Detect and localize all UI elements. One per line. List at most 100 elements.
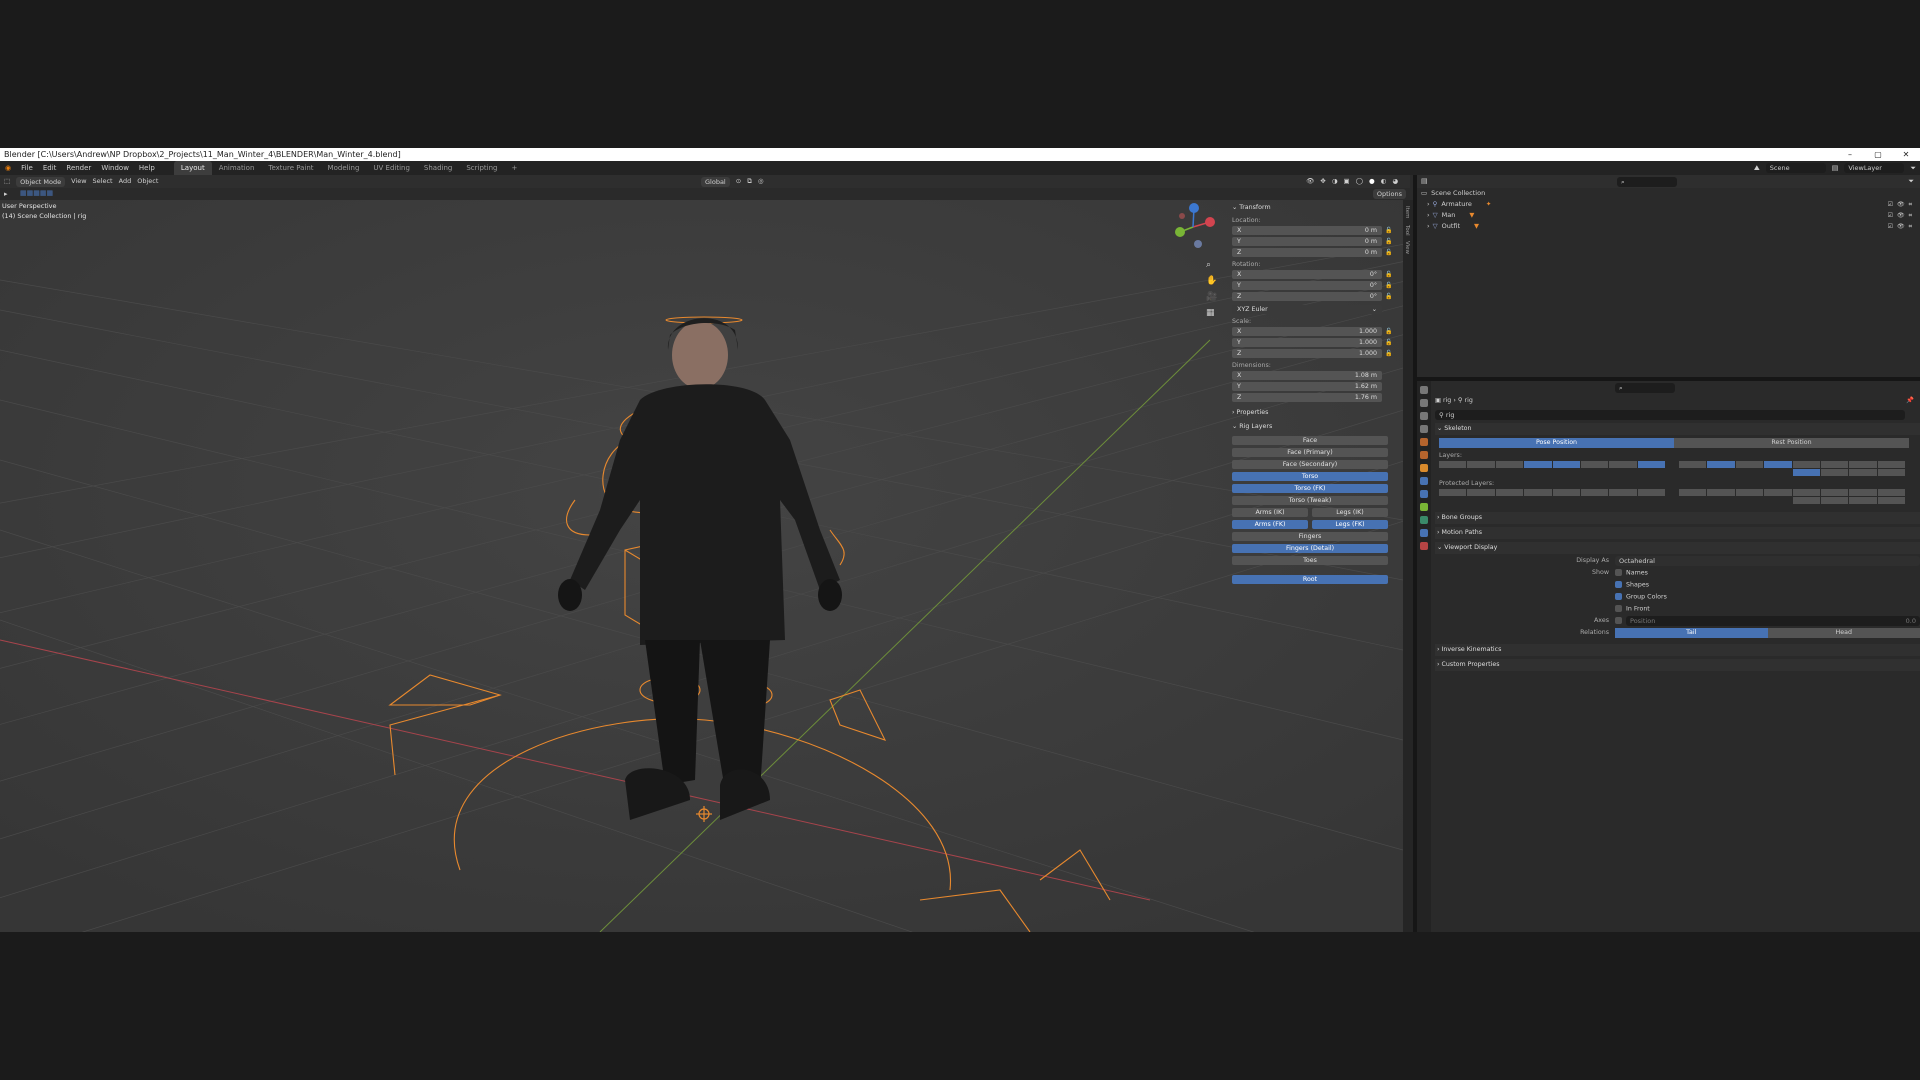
zoom-icon[interactable]: ⌕ (1206, 260, 1217, 270)
physics-tab-icon[interactable] (1420, 490, 1428, 498)
names-checkbox[interactable] (1615, 568, 1622, 576)
bone-tab-icon[interactable] (1420, 529, 1428, 537)
custom-properties-header[interactable]: › Custom Properties (1435, 659, 1920, 671)
rest-position-button[interactable]: Rest Position (1674, 438, 1909, 448)
shading-wireframe-icon[interactable]: ◯ (1356, 175, 1363, 188)
camera-icon[interactable]: ⌗ (1909, 199, 1912, 210)
pin-icon[interactable]: 📌 (1906, 394, 1914, 408)
outliner-search-input[interactable]: ⌕ (1617, 177, 1677, 187)
expand-icon[interactable]: › (1427, 210, 1430, 221)
snap-icon[interactable]: ⧉ (747, 175, 752, 188)
relations-tail-button[interactable]: Tail (1615, 627, 1768, 638)
rig-layer-arms-fk[interactable]: Arms (FK) (1232, 520, 1308, 529)
blender-logo-icon[interactable]: ◉ (0, 161, 16, 175)
rig-layers-header[interactable]: ⌄ Rig Layers (1232, 422, 1396, 432)
rig-layer-torso-tweak[interactable]: Torso (Tweak) (1232, 496, 1388, 505)
menu-window[interactable]: Window (96, 161, 134, 175)
location-x-row[interactable]: X0 m 🔓 (1232, 225, 1396, 235)
checkbox-icon[interactable]: ☑ (1888, 221, 1893, 232)
menu-view[interactable]: View (71, 175, 86, 188)
location-y-row[interactable]: Y0 m 🔓 (1232, 236, 1396, 246)
rig-layer-face-primary[interactable]: Face (Primary) (1232, 448, 1388, 457)
expand-icon[interactable]: › (1427, 199, 1430, 210)
tool-tab-icon[interactable] (1420, 386, 1428, 394)
rig-layer-legs-ik[interactable]: Legs (IK) (1312, 508, 1388, 517)
group-colors-checkbox[interactable] (1615, 592, 1622, 600)
skeleton-header[interactable]: ⌄ Skeleton (1435, 423, 1920, 435)
lock-icon[interactable]: 🔓 (1382, 293, 1396, 300)
minimize-button[interactable]: – (1836, 148, 1864, 161)
tab-shading[interactable]: Shading (417, 161, 459, 175)
lock-icon[interactable]: 🔓 (1382, 249, 1396, 256)
output-tab-icon[interactable] (1420, 412, 1428, 420)
shading-solid-icon[interactable]: ● (1369, 175, 1375, 188)
pose-position-button[interactable]: Pose Position (1439, 438, 1674, 448)
shading-rendered-icon[interactable]: ◕ (1392, 175, 1398, 188)
tab-view[interactable]: View (1404, 241, 1410, 254)
motion-paths-header[interactable]: › Motion Paths (1435, 527, 1920, 539)
world-tab-icon[interactable] (1420, 451, 1428, 459)
outliner-item-man[interactable]: › ▽ Man ▼ ☑ 👁 ⌗ (1417, 210, 1920, 221)
properties-search-input[interactable]: ⌕ (1615, 383, 1675, 393)
menu-help[interactable]: Help (134, 161, 160, 175)
rotation-mode-dropdown[interactable]: XYZ Euler ⌄ (1232, 304, 1396, 314)
mode-dropdown[interactable]: Object Mode (16, 176, 66, 187)
menu-render[interactable]: Render (61, 161, 96, 175)
rig-layer-face-secondary[interactable]: Face (Secondary) (1232, 460, 1388, 469)
rig-layer-face[interactable]: Face (1232, 436, 1388, 445)
camera-icon[interactable]: ⌗ (1909, 221, 1912, 232)
scene-field[interactable]: Scene (1765, 163, 1826, 173)
menu-add[interactable]: Add (119, 175, 132, 188)
render-tab-icon[interactable] (1420, 399, 1428, 407)
tab-tool[interactable]: Tool (1404, 225, 1410, 236)
menu-file[interactable]: File (16, 161, 38, 175)
filter-icon[interactable]: ⏷ (1910, 161, 1916, 175)
relations-head-button[interactable]: Head (1767, 627, 1920, 638)
dimensions-x-row[interactable]: X 1.08 m (1232, 370, 1396, 380)
pan-hand-icon[interactable]: ✋ (1206, 276, 1217, 286)
properties-header[interactable]: › Properties (1232, 408, 1396, 418)
rotation-y-row[interactable]: Y 0° 🔓 (1232, 280, 1396, 290)
rotation-x-row[interactable]: X 0° 🔓 (1232, 269, 1396, 279)
lock-icon[interactable]: 🔓 (1382, 238, 1396, 245)
tab-uv-editing[interactable]: UV Editing (366, 161, 417, 175)
camera-icon[interactable]: 🎥 (1206, 292, 1217, 302)
select-mode-icons[interactable]: ▦▦▦▦▦ (20, 189, 53, 197)
scale-y-row[interactable]: Y 1.000 🔓 (1232, 337, 1396, 347)
shapes-checkbox[interactable] (1615, 580, 1622, 588)
rig-layer-fingers-detail[interactable]: Fingers (Detail) (1232, 544, 1388, 553)
scale-z-row[interactable]: Z 1.000 🔓 (1232, 348, 1396, 358)
bone-groups-header[interactable]: › Bone Groups (1435, 512, 1920, 524)
constraint-tab-icon[interactable] (1420, 503, 1428, 511)
armature-data-tab-icon[interactable] (1420, 516, 1428, 524)
eye-icon[interactable]: 👁 (1897, 210, 1905, 221)
scale-x-row[interactable]: X 1.000 🔓 (1232, 326, 1396, 336)
lock-icon[interactable]: 🔓 (1382, 350, 1396, 357)
lock-icon[interactable]: 🔓 (1382, 227, 1396, 234)
lock-icon[interactable]: 🔓 (1382, 339, 1396, 346)
outliner-item-armature[interactable]: › ⚲ Armature ✦ ☑ 👁 ⌗ (1417, 199, 1920, 210)
protected-grid-right[interactable] (1679, 489, 1905, 504)
rig-layer-root[interactable]: Root (1232, 575, 1388, 584)
visibility-icon[interactable]: 👁 (1306, 175, 1314, 188)
navigation-gizmo[interactable] (1168, 202, 1218, 252)
camera-icon[interactable]: ⌗ (1909, 210, 1912, 221)
dimensions-y-row[interactable]: Y 1.62 m (1232, 381, 1396, 391)
protected-grid-left[interactable] (1439, 489, 1665, 504)
layers-grid-right[interactable] (1679, 461, 1905, 476)
tab-layout[interactable]: Layout (173, 161, 212, 175)
gizmo-icon[interactable]: ✥ (1320, 175, 1325, 188)
menu-edit[interactable]: Edit (38, 161, 62, 175)
pivot-icon[interactable]: ⊙ (736, 175, 741, 188)
editor-type-icon[interactable]: ⬚ (4, 175, 10, 188)
lock-icon[interactable]: 🔓 (1382, 271, 1396, 278)
checkbox-icon[interactable]: ☑ (1888, 199, 1893, 210)
view-layer-tab-icon[interactable] (1420, 425, 1428, 433)
lock-icon[interactable]: 🔓 (1382, 282, 1396, 289)
options-dropdown[interactable]: Options (1372, 189, 1406, 199)
eye-icon[interactable]: 👁 (1897, 221, 1905, 232)
overlay-icon[interactable]: ◑ (1332, 175, 1338, 188)
tab-modeling[interactable]: Modeling (321, 161, 367, 175)
in-front-checkbox[interactable] (1615, 604, 1622, 612)
transform-header[interactable]: ⌄ Transform (1232, 203, 1396, 213)
